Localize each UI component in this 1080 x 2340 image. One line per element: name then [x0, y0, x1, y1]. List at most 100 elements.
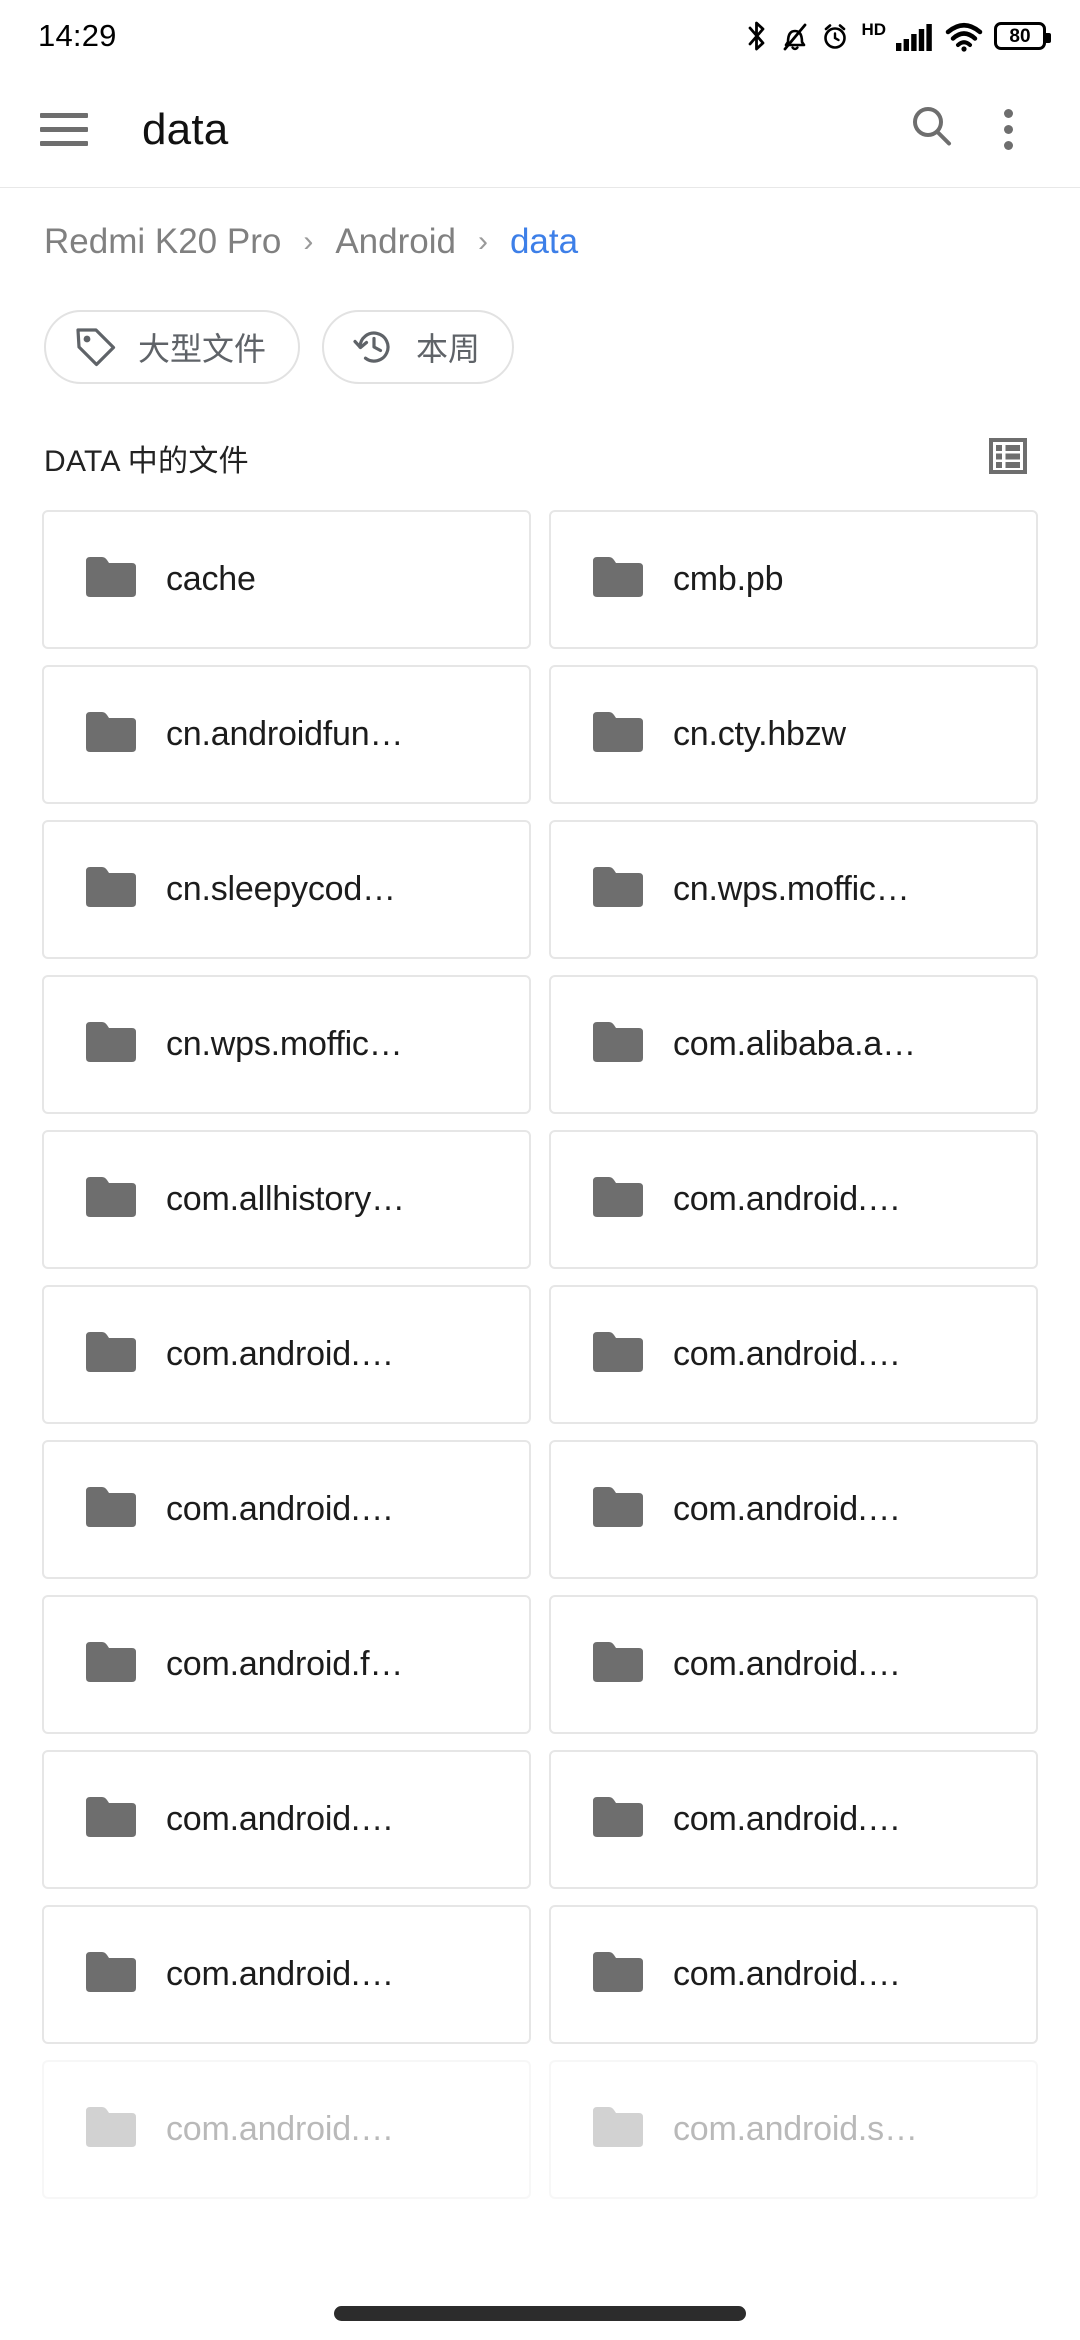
app-bar: data [0, 72, 1080, 188]
file-cell[interactable]: cn.cty.hbzw [549, 665, 1038, 804]
file-cell[interactable]: com.alibaba.a… [549, 975, 1038, 1114]
file-cell[interactable]: cn.wps.moffic… [549, 820, 1038, 959]
file-name-label: cn.wps.moffic… [166, 1025, 403, 1063]
folder-icon [84, 1483, 138, 1536]
chip-large-files[interactable]: 大型文件 [44, 310, 301, 384]
file-name-label: com.android.… [673, 1490, 901, 1528]
overflow-menu-icon [1003, 109, 1013, 150]
file-name-label: com.alibaba.a… [673, 1025, 916, 1063]
folder-icon [84, 553, 138, 606]
file-cell[interactable]: cn.wps.moffic… [42, 975, 531, 1114]
file-name-label: cache [166, 560, 256, 598]
alarm-icon [820, 19, 850, 53]
section-title: DATA 中的文件 [44, 445, 249, 478]
status-bar-clock: 14:29 [38, 18, 117, 53]
file-name-label: com.android.s… [673, 2110, 918, 2148]
hamburger-icon[interactable] [36, 102, 92, 158]
file-name-label: com.android.… [166, 1335, 394, 1373]
file-name-label: com.android.… [673, 1335, 901, 1373]
folder-icon [84, 1328, 138, 1381]
folder-icon [84, 1018, 138, 1071]
bluetooth-icon [744, 19, 770, 53]
breadcrumb-item-android[interactable]: Android [335, 222, 456, 262]
file-name-label: cn.cty.hbzw [673, 715, 846, 753]
chip-this-week-label: 本周 [416, 331, 481, 367]
file-cell[interactable]: com.allhistory… [42, 1130, 531, 1269]
file-name-label: cn.sleepycod… [166, 870, 396, 908]
hd-icon: HD [861, 20, 886, 39]
breadcrumb-separator: › [303, 225, 314, 258]
overflow-dot [1003, 141, 1013, 150]
hamburger-bar [40, 113, 88, 118]
history-clock-icon [352, 325, 396, 369]
breadcrumb-separator: › [477, 225, 488, 258]
folder-icon [591, 553, 645, 606]
folder-icon [84, 708, 138, 761]
folder-icon [591, 1948, 645, 2001]
file-cell[interactable]: com.android.… [42, 1750, 531, 1889]
filter-chips: 大型文件 本周 [0, 296, 1080, 384]
file-name-label: com.android.… [166, 1955, 394, 1993]
file-cell[interactable]: cache [42, 510, 531, 649]
overflow-menu-button[interactable] [970, 92, 1046, 168]
file-cell[interactable]: com.android.… [42, 1905, 531, 2044]
file-cell[interactable]: cmb.pb [549, 510, 1038, 649]
file-cell[interactable]: com.android.… [42, 2060, 531, 2199]
file-cell[interactable]: com.android.… [549, 1750, 1038, 1889]
file-name-label: cn.wps.moffic… [673, 870, 910, 908]
folder-icon [84, 2103, 138, 2156]
file-cell[interactable]: com.android.… [549, 1905, 1038, 2044]
file-name-label: com.android.… [166, 2110, 394, 2148]
file-cell[interactable]: cn.androidfun… [42, 665, 531, 804]
file-name-label: cn.androidfun… [166, 715, 404, 753]
hamburger-bar [40, 127, 88, 132]
folder-icon [591, 863, 645, 916]
file-name-label: com.android.… [166, 1490, 394, 1528]
file-grid: cache cmb.pb cn.androidfun… cn.cty.hbzw cn.s… [42, 510, 1038, 2199]
folder-icon [84, 1793, 138, 1846]
folder-icon [84, 1173, 138, 1226]
folder-icon [591, 1793, 645, 1846]
file-cell[interactable]: com.android.… [549, 1285, 1038, 1424]
folder-icon [591, 1328, 645, 1381]
file-cell[interactable]: cn.sleepycod… [42, 820, 531, 959]
breadcrumb: Redmi K20 Pro › Android › data [0, 188, 1080, 296]
file-name-label: com.android.… [673, 1800, 901, 1838]
hamburger-bar [40, 141, 88, 146]
folder-icon [591, 1018, 645, 1071]
tag-icon [74, 325, 118, 369]
folder-icon [84, 1948, 138, 2001]
search-button[interactable] [894, 92, 970, 168]
battery-icon: 80 [994, 22, 1051, 50]
wifi-icon [945, 19, 983, 53]
folder-icon [591, 2103, 645, 2156]
file-cell[interactable]: com.android.s… [549, 2060, 1038, 2199]
silent-bell-icon [781, 19, 809, 53]
file-cell[interactable]: com.android.… [42, 1440, 531, 1579]
file-cell[interactable]: com.android.… [549, 1130, 1038, 1269]
file-cell[interactable]: com.android.… [549, 1440, 1038, 1579]
file-name-label: cmb.pb [673, 560, 784, 598]
file-name-label: com.android.… [673, 1180, 901, 1218]
home-gesture-pill[interactable] [334, 2305, 746, 2321]
breadcrumb-item-device[interactable]: Redmi K20 Pro [44, 222, 281, 262]
file-name-label: com.android.… [673, 1955, 901, 1993]
chip-large-files-label: 大型文件 [138, 331, 267, 367]
folder-icon [84, 863, 138, 916]
system-navigation-bar [0, 2286, 1080, 2340]
view-toggle-button[interactable] [980, 430, 1036, 486]
search-icon [907, 102, 957, 157]
folder-icon [591, 1483, 645, 1536]
file-cell[interactable]: com.android.… [549, 1595, 1038, 1734]
file-cell[interactable]: com.android.… [42, 1285, 531, 1424]
overflow-dot [1003, 125, 1013, 134]
chip-this-week[interactable]: 本周 [322, 310, 515, 384]
file-name-label: com.android.… [166, 1800, 394, 1838]
folder-icon [84, 1638, 138, 1691]
file-cell[interactable]: com.android.f… [42, 1595, 531, 1734]
list-view-icon [986, 434, 1030, 483]
breadcrumb-item-data[interactable]: data [510, 222, 578, 262]
status-bar-icons: HD 80 [744, 19, 1051, 53]
folder-icon [591, 1638, 645, 1691]
status-bar: 14:29 HD 80 [0, 0, 1080, 72]
